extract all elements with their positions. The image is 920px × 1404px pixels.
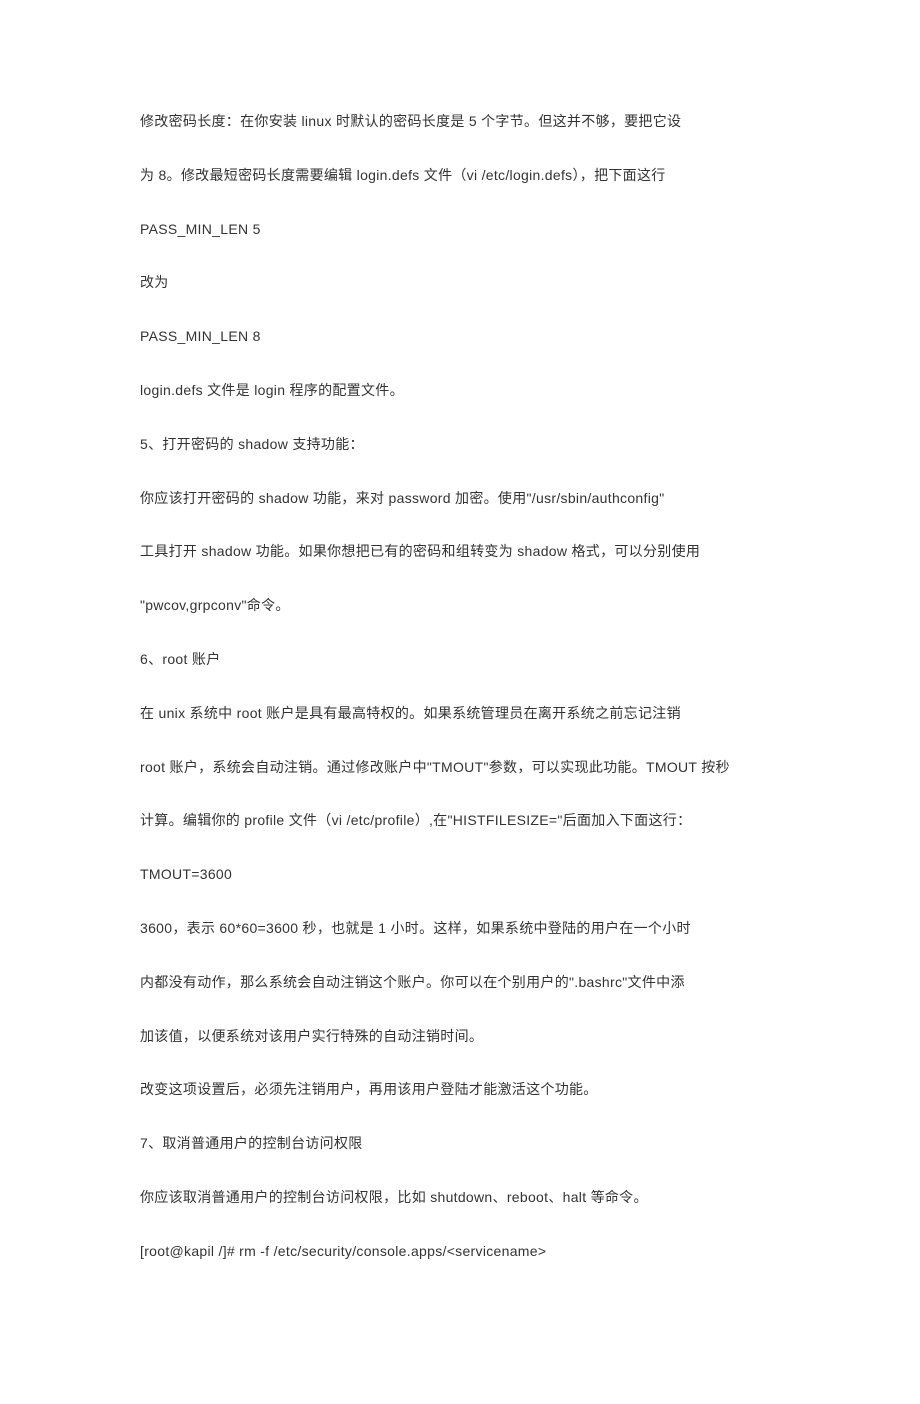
text-line: 改变这项设置后，必须先注销用户，再用该用户登陆才能激活这个功能。: [140, 1078, 780, 1102]
text-line: PASS_MIN_LEN 5: [140, 218, 780, 242]
text-line: login.defs 文件是 login 程序的配置文件。: [140, 379, 780, 403]
document-page: 修改密码长度：在你安装 linux 时默认的密码长度是 5 个字节。但这并不够，…: [0, 0, 920, 1404]
text-line: 改为: [140, 271, 780, 295]
text-line: 工具打开 shadow 功能。如果你想把已有的密码和组转变为 shadow 格式…: [140, 540, 780, 564]
text-line: 在 unix 系统中 root 账户是具有最高特权的。如果系统管理员在离开系统之…: [140, 702, 780, 726]
text-line: "pwcov,grpconv"命令。: [140, 594, 780, 618]
text-line: PASS_MIN_LEN 8: [140, 325, 780, 349]
text-line: 5、打开密码的 shadow 支持功能：: [140, 433, 780, 457]
text-line: root 账户，系统会自动注销。通过修改账户中"TMOUT"参数，可以实现此功能…: [140, 756, 780, 780]
text-line: 6、root 账户: [140, 648, 780, 672]
text-line: [root@kapil /]# rm -f /etc/security/cons…: [140, 1240, 780, 1264]
text-line: 加该值，以便系统对该用户实行特殊的自动注销时间。: [140, 1025, 780, 1049]
text-line: 7、取消普通用户的控制台访问权限: [140, 1132, 780, 1156]
text-line: 修改密码长度：在你安装 linux 时默认的密码长度是 5 个字节。但这并不够，…: [140, 110, 780, 134]
text-line: TMOUT=3600: [140, 863, 780, 887]
text-line: 你应该打开密码的 shadow 功能，来对 password 加密。使用"/us…: [140, 487, 780, 511]
text-line: 3600，表示 60*60=3600 秒，也就是 1 小时。这样，如果系统中登陆…: [140, 917, 780, 941]
text-line: 计算。编辑你的 profile 文件（vi /etc/profile）,在"HI…: [140, 809, 780, 833]
text-line: 你应该取消普通用户的控制台访问权限，比如 shutdown、reboot、hal…: [140, 1186, 780, 1210]
text-line: 内都没有动作，那么系统会自动注销这个账户。你可以在个别用户的".bashrc"文…: [140, 971, 780, 995]
text-line: 为 8。修改最短密码长度需要编辑 login.defs 文件（vi /etc/l…: [140, 164, 780, 188]
